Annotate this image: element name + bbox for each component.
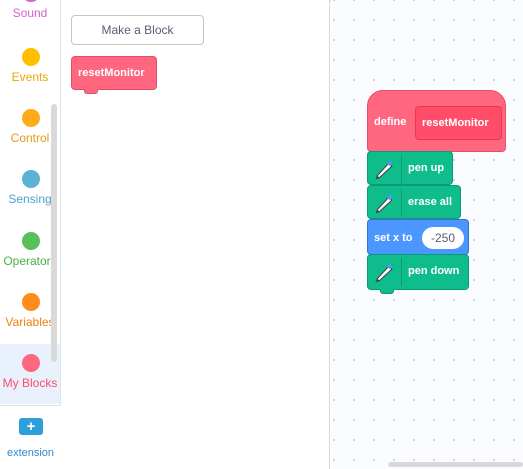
category-label: My Blocks <box>2 376 58 390</box>
my-blocks-category-dot-icon <box>22 354 40 372</box>
extension-label: extension <box>6 447 55 459</box>
define-label: define <box>374 116 407 128</box>
block-notch <box>84 89 98 94</box>
define-prototype-block[interactable]: resetMonitor <box>415 106 502 140</box>
pen-up-block[interactable]: pen up <box>367 151 453 185</box>
add-extension-button[interactable]: + extension <box>0 405 61 469</box>
category-events[interactable]: Events <box>0 38 60 98</box>
block-notch <box>380 289 394 294</box>
category-sound[interactable]: Sound <box>0 0 60 34</box>
pen-separator <box>401 155 402 183</box>
set-x-block[interactable]: set x to -250 <box>367 219 469 255</box>
palette-custom-block[interactable]: resetMonitor <box>71 56 157 94</box>
operators-category-dot-icon <box>22 232 40 250</box>
variables-category-dot-icon <box>22 293 40 311</box>
sensing-category-dot-icon <box>22 170 40 188</box>
pen-down-label: pen down <box>408 265 460 277</box>
scratch-editor: Sound Events Control Sensing Operators V… <box>0 0 523 469</box>
events-category-dot-icon <box>22 48 40 66</box>
pen-separator <box>401 258 402 286</box>
category-label: Sound <box>12 6 48 20</box>
category-menu: Sound Events Control Sensing Operators V… <box>0 0 61 469</box>
sound-category-dot-icon <box>22 0 40 2</box>
pen-down-block[interactable]: pen down <box>367 254 469 294</box>
pen-up-label: pen up <box>408 162 445 174</box>
category-label: Events <box>11 70 49 84</box>
make-a-block-button[interactable]: Make a Block <box>71 15 204 45</box>
pen-icon <box>375 160 393 180</box>
workspace-horizontal-scrollbar[interactable] <box>388 462 523 467</box>
erase-all-label: erase all <box>408 196 453 208</box>
palette-custom-block-label: resetMonitor <box>78 67 145 79</box>
set-x-value-input[interactable]: -250 <box>422 227 464 249</box>
control-category-dot-icon <box>22 109 40 127</box>
add-extension-icon: + <box>19 418 43 435</box>
pen-separator <box>401 189 402 217</box>
pen-icon <box>375 263 393 283</box>
define-block[interactable]: define resetMonitor <box>367 90 506 152</box>
pen-icon <box>375 194 393 214</box>
erase-all-block[interactable]: erase all <box>367 185 461 219</box>
set-x-label: set x to <box>374 232 413 244</box>
category-scrollbar[interactable] <box>51 104 57 362</box>
